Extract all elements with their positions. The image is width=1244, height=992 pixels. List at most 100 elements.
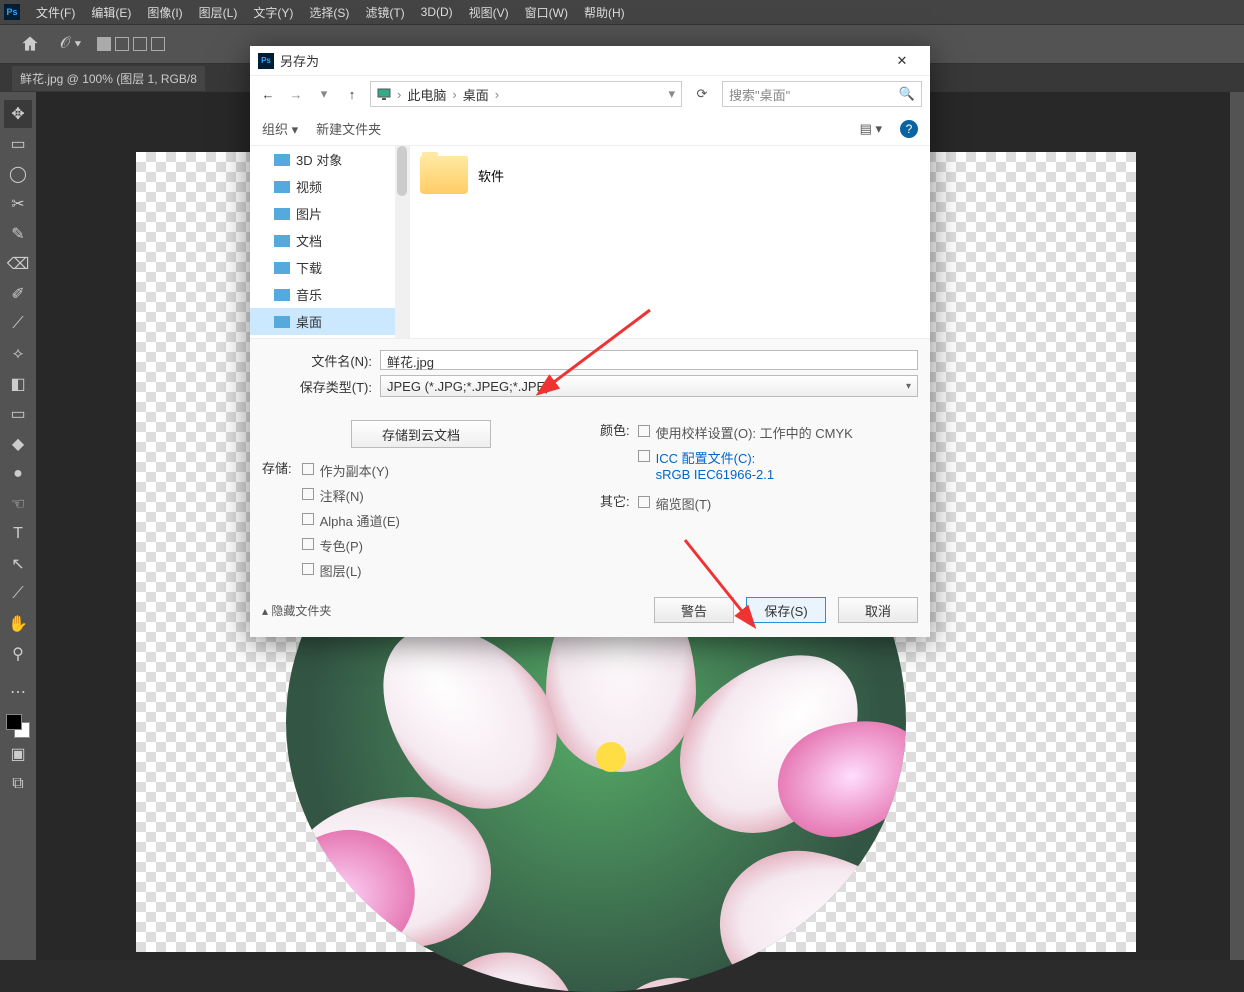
new-folder-button[interactable]: 新建文件夹 — [316, 119, 381, 138]
tree-item-3d[interactable]: 3D 对象 — [250, 146, 409, 173]
hide-folders-toggle[interactable]: ▴ 隐藏文件夹 — [262, 602, 331, 619]
save-button[interactable]: 保存(S) — [746, 597, 826, 623]
nav-up-icon[interactable]: ↑ — [342, 87, 362, 102]
check-notes[interactable]: 注释(N) — [302, 483, 580, 508]
mode-new-icon[interactable] — [97, 37, 111, 51]
color-swatch[interactable] — [6, 714, 30, 738]
rect-tool-icon[interactable]: ▭ — [4, 400, 32, 428]
marquee-tool-icon[interactable]: ▭ — [4, 130, 32, 158]
tree-scrollbar[interactable] — [395, 146, 409, 338]
zoom-tool-icon[interactable]: ⚲ — [4, 640, 32, 668]
folder-tree[interactable]: 3D 对象 视频 图片 文档 下载 音乐 桌面 — [250, 146, 410, 338]
nav-back-icon[interactable]: ← — [258, 87, 278, 102]
tree-item-video[interactable]: 视频 — [250, 173, 409, 200]
menu-select[interactable]: 选择(S) — [301, 4, 357, 21]
menu-image[interactable]: 图像(I) — [139, 4, 190, 21]
file-list[interactable]: 软件 — [410, 146, 930, 338]
ps-logo-icon: Ps — [4, 4, 20, 20]
check-copy[interactable]: 作为副本(Y) — [302, 458, 580, 483]
color-label: 颜色: — [600, 420, 630, 481]
refresh-icon[interactable]: ⟳ — [690, 86, 714, 102]
dialog-titlebar: Ps 另存为 ✕ — [250, 46, 930, 76]
pen-tool-icon[interactable]: ☜ — [4, 490, 32, 518]
eyedropper-tool-icon[interactable]: ✎ — [4, 220, 32, 248]
text-tool-icon[interactable]: T — [4, 520, 32, 548]
monitor-icon — [377, 87, 391, 101]
check-proof[interactable]: 使用校样设置(O): 工作中的 CMYK — [638, 420, 918, 445]
icc-link[interactable]: ICC 配置文件(C): — [656, 451, 756, 466]
nav-forward-icon[interactable]: → — [286, 87, 306, 102]
path-dropdown-icon[interactable]: ▾ — [668, 86, 675, 102]
warning-button[interactable]: 警告 — [654, 597, 734, 623]
blur-tool-icon[interactable]: ◆ — [4, 430, 32, 458]
dodge-tool-icon[interactable]: ● — [4, 460, 32, 488]
menu-view[interactable]: 视图(V) — [461, 4, 517, 21]
search-input[interactable]: 搜索"桌面" 🔍 — [722, 81, 922, 107]
folder-icon — [420, 156, 468, 194]
mode-sub-icon[interactable] — [133, 37, 147, 51]
file-item[interactable]: 软件 — [420, 156, 580, 194]
heal-tool-icon[interactable]: ⌫ — [4, 250, 32, 278]
screenmode-icon[interactable]: ⧉ — [4, 770, 32, 798]
path-segment[interactable]: 此电脑 — [407, 85, 446, 104]
savetype-combo[interactable]: JPEG (*.JPG;*.JPEG;*.JPE) — [380, 375, 918, 397]
nav-recent-icon[interactable]: ▾ — [314, 86, 334, 102]
home-icon[interactable] — [20, 34, 40, 54]
check-layers[interactable]: 图层(L) — [302, 558, 580, 583]
move-tool-icon[interactable]: ✥ — [4, 100, 32, 128]
tree-item-pictures[interactable]: 图片 — [250, 200, 409, 227]
organize-button[interactable]: 组织 ▾ — [262, 119, 298, 138]
mode-intersect-icon[interactable] — [151, 37, 165, 51]
tree-item-downloads[interactable]: 下载 — [250, 254, 409, 281]
save-as-dialog: Ps 另存为 ✕ ← → ▾ ↑ › 此电脑 › 桌面 › ▾ ⟳ 搜索"桌面"… — [250, 46, 930, 637]
ps-small-icon: Ps — [258, 53, 274, 69]
path-sep-icon: › — [495, 87, 499, 102]
brush-tool-icon[interactable]: ✐ — [4, 280, 32, 308]
menu-help[interactable]: 帮助(H) — [576, 4, 633, 21]
lasso-options[interactable]: 𝒪 ▾ — [60, 35, 81, 53]
dialog-toolbar: 组织 ▾ 新建文件夹 ▤ ▾ ? — [250, 112, 930, 146]
toolbox: ✥ ▭ ◯ ✂ ✎ ⌫ ✐ ⟋ ⟡ ◧ ▭ ◆ ● ☜ T ↖ ⟋ ✋ ⚲ ⋯ … — [0, 92, 36, 960]
menu-text[interactable]: 文字(Y) — [245, 4, 301, 21]
quickmask-icon[interactable]: ▣ — [4, 740, 32, 768]
lasso-tool-icon[interactable]: ◯ — [4, 160, 32, 188]
menu-edit[interactable]: 编辑(E) — [83, 4, 139, 21]
extras-icon[interactable]: ⋯ — [4, 678, 32, 706]
mode-add-icon[interactable] — [115, 37, 129, 51]
help-icon[interactable]: ? — [900, 120, 918, 138]
menubar: Ps 文件(F) 编辑(E) 图像(I) 图层(L) 文字(Y) 选择(S) 滤… — [0, 0, 1244, 24]
check-icc[interactable]: ICC 配置文件(C):sRGB IEC61966-2.1 — [638, 445, 918, 485]
savetype-label: 保存类型(T): — [262, 377, 380, 396]
path-select-tool-icon[interactable]: ↖ — [4, 550, 32, 578]
dialog-close-button[interactable]: ✕ — [882, 48, 922, 74]
check-spot[interactable]: 专色(P) — [302, 533, 580, 558]
menu-layer[interactable]: 图层(L) — [191, 4, 246, 21]
gradient-tool-icon[interactable]: ◧ — [4, 370, 32, 398]
line-tool-icon[interactable]: ⟋ — [4, 580, 32, 608]
cancel-button[interactable]: 取消 — [838, 597, 918, 623]
other-label: 其它: — [600, 491, 630, 512]
document-tab[interactable]: 鲜花.jpg @ 100% (图层 1, RGB/8 — [12, 66, 205, 91]
hand-tool-icon[interactable]: ✋ — [4, 610, 32, 638]
right-edge-panel — [1230, 92, 1244, 960]
tree-item-documents[interactable]: 文档 — [250, 227, 409, 254]
check-alpha[interactable]: Alpha 通道(E) — [302, 508, 580, 533]
check-thumb[interactable]: 缩览图(T) — [638, 491, 712, 516]
address-bar[interactable]: › 此电脑 › 桌面 › ▾ — [370, 81, 682, 107]
store-label: 存储: — [262, 458, 292, 579]
history-tool-icon[interactable]: ⟡ — [4, 340, 32, 368]
menu-file[interactable]: 文件(F) — [28, 4, 83, 21]
filename-label: 文件名(N): — [262, 351, 380, 370]
crop-tool-icon[interactable]: ✂ — [4, 190, 32, 218]
menu-3d[interactable]: 3D(D) — [413, 5, 461, 19]
stamp-tool-icon[interactable]: ⟋ — [4, 310, 32, 338]
view-mode-icon[interactable]: ▤ ▾ — [860, 121, 882, 137]
tree-item-music[interactable]: 音乐 — [250, 281, 409, 308]
menu-filter[interactable]: 滤镜(T) — [357, 4, 412, 21]
filename-input[interactable]: 鲜花.jpg — [380, 350, 918, 370]
save-to-cloud-button[interactable]: 存储到云文档 — [351, 420, 491, 448]
tree-item-desktop[interactable]: 桌面 — [250, 308, 409, 335]
path-segment[interactable]: 桌面 — [463, 85, 489, 104]
search-icon: 🔍 — [899, 86, 915, 102]
menu-window[interactable]: 窗口(W) — [517, 4, 576, 21]
